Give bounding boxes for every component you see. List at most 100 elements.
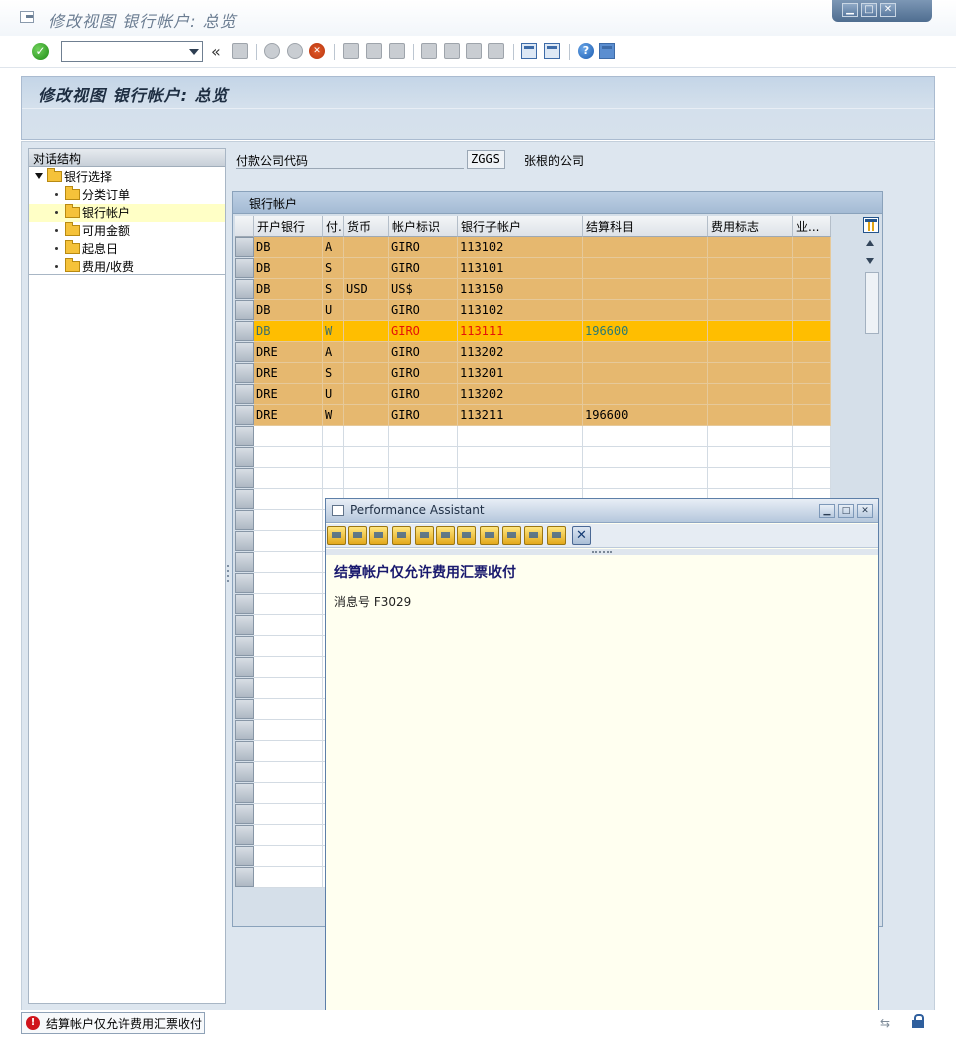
table-cell[interactable] — [708, 363, 793, 384]
row-selector[interactable] — [235, 594, 254, 614]
column-header[interactable]: 付. — [323, 216, 344, 237]
close-icon[interactable]: ✕ — [880, 3, 896, 17]
table-cell[interactable] — [583, 447, 708, 468]
table-row[interactable]: DRE A GIRO 113202 — [254, 342, 831, 363]
table-cell[interactable]: DB — [254, 258, 323, 279]
find-icon[interactable] — [366, 43, 382, 59]
row-selector[interactable] — [235, 426, 254, 446]
table-cell[interactable] — [793, 447, 831, 468]
table-row[interactable]: DB A GIRO 113102 — [254, 237, 831, 258]
table-cell[interactable]: DRE — [254, 342, 323, 363]
close-icon[interactable]: ✕ — [857, 504, 873, 518]
print-icon[interactable] — [547, 526, 566, 545]
company-code-field[interactable]: ZGGS — [467, 150, 505, 169]
row-selector[interactable] — [235, 468, 254, 488]
select-all-button[interactable] — [235, 216, 254, 237]
column-header[interactable]: 帐户标识 — [389, 216, 458, 237]
table-cell[interactable] — [254, 468, 323, 489]
column-header[interactable]: 货币 — [344, 216, 389, 237]
row-selector[interactable] — [235, 321, 254, 341]
table-cell[interactable] — [708, 342, 793, 363]
table-cell[interactable] — [458, 426, 583, 447]
cancel-icon[interactable]: ✕ — [309, 43, 325, 59]
table-cell[interactable] — [344, 426, 389, 447]
table-cell[interactable] — [254, 783, 323, 804]
table-cell[interactable]: 113150 — [458, 279, 583, 300]
table-cell[interactable]: GIRO — [389, 258, 458, 279]
row-selector[interactable] — [235, 678, 254, 698]
next-page-icon[interactable] — [466, 43, 482, 59]
row-selector[interactable] — [235, 636, 254, 656]
table-cell[interactable] — [254, 678, 323, 699]
table-row[interactable] — [254, 447, 831, 468]
table-cell[interactable]: 113101 — [458, 258, 583, 279]
row-selector[interactable] — [235, 510, 254, 530]
table-cell[interactable] — [793, 300, 831, 321]
table-cell[interactable] — [708, 405, 793, 426]
table-cell[interactable] — [583, 342, 708, 363]
ok-icon[interactable]: ✓ — [32, 43, 49, 60]
table-cell[interactable] — [708, 321, 793, 342]
table-cell[interactable] — [344, 447, 389, 468]
window-menu-icon[interactable] — [332, 505, 344, 516]
table-cell[interactable] — [254, 804, 323, 825]
row-selector[interactable] — [235, 804, 254, 824]
table-cell[interactable]: GIRO — [389, 300, 458, 321]
save-icon[interactable] — [232, 43, 248, 59]
vertical-scrollbar[interactable] — [865, 272, 879, 334]
table-cell[interactable] — [344, 384, 389, 405]
table-cell[interactable]: 113102 — [458, 237, 583, 258]
forward-icon[interactable] — [348, 526, 367, 545]
table-cell[interactable] — [583, 468, 708, 489]
assistant-splitter[interactable] — [326, 549, 878, 555]
table-cell[interactable] — [344, 342, 389, 363]
book-icon[interactable] — [480, 526, 499, 545]
row-selector[interactable] — [235, 531, 254, 551]
table-cell[interactable] — [344, 363, 389, 384]
find-icon[interactable] — [457, 526, 476, 545]
table-cell[interactable]: DB — [254, 237, 323, 258]
shortcut-icon[interactable] — [544, 43, 560, 59]
tree-item-bank-accounts[interactable]: 银行帐户 — [55, 204, 130, 222]
table-cell[interactable] — [254, 720, 323, 741]
table-cell[interactable]: U — [323, 300, 344, 321]
column-header[interactable]: 业... — [793, 216, 831, 237]
table-cell[interactable]: W — [323, 405, 344, 426]
table-cell[interactable] — [254, 762, 323, 783]
table-cell[interactable]: 113202 — [458, 342, 583, 363]
table-cell[interactable] — [254, 657, 323, 678]
table-cell[interactable]: 196600 — [583, 405, 708, 426]
table-cell[interactable] — [583, 426, 708, 447]
row-selector[interactable] — [235, 447, 254, 467]
window-menu-icon[interactable] — [20, 11, 34, 23]
table-cell[interactable]: DB — [254, 321, 323, 342]
tree-root[interactable]: 银行选择 — [35, 168, 112, 186]
table-cell[interactable] — [254, 636, 323, 657]
status-message[interactable]: ! 结算帐户仅允许费用汇票收付 — [21, 1012, 205, 1034]
table-cell[interactable] — [344, 237, 389, 258]
print-icon[interactable] — [343, 43, 359, 59]
edit-icon[interactable] — [415, 526, 434, 545]
table-cell[interactable] — [458, 468, 583, 489]
command-field[interactable] — [61, 41, 203, 62]
row-selector[interactable] — [235, 405, 254, 425]
table-row[interactable] — [254, 426, 831, 447]
create-session-icon[interactable] — [521, 43, 537, 59]
table-cell[interactable] — [389, 426, 458, 447]
table-cell[interactable] — [254, 825, 323, 846]
table-cell[interactable] — [323, 447, 344, 468]
scroll-up-icon[interactable] — [866, 240, 874, 246]
table-cell[interactable]: 113211 — [458, 405, 583, 426]
minimize-icon[interactable]: ▁ — [842, 3, 858, 17]
column-header[interactable]: 费用标志 — [708, 216, 793, 237]
table-cell[interactable]: 113202 — [458, 384, 583, 405]
session-arrows-icon[interactable]: ⇆ — [880, 1016, 890, 1030]
table-cell[interactable]: A — [323, 342, 344, 363]
table-cell[interactable] — [793, 279, 831, 300]
table-cell[interactable] — [254, 531, 323, 552]
table-cell[interactable] — [793, 237, 831, 258]
row-selector[interactable] — [235, 825, 254, 845]
table-cell[interactable] — [389, 468, 458, 489]
exit-icon[interactable] — [287, 43, 303, 59]
back-icon[interactable] — [327, 526, 346, 545]
